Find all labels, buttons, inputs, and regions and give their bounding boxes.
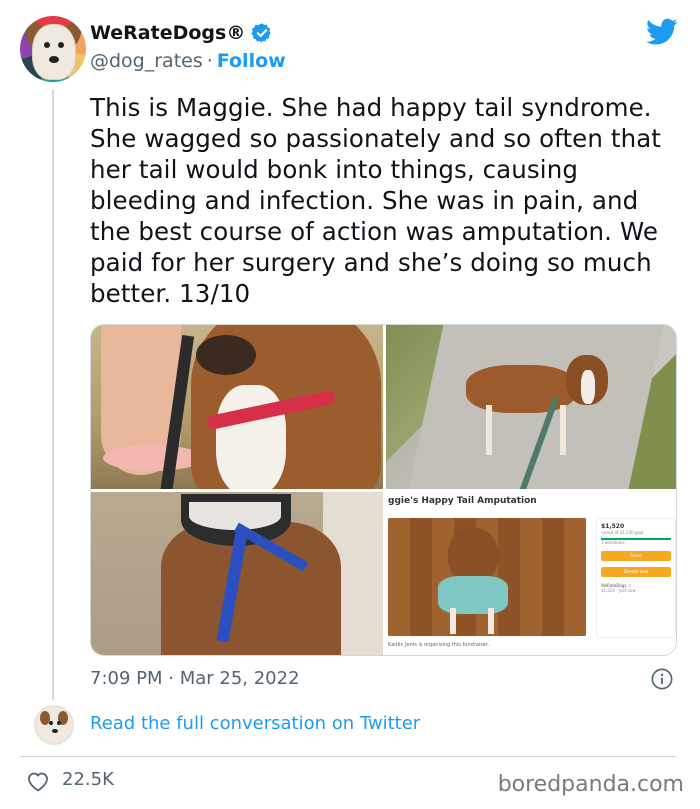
read-full-conversation-link[interactable]: Read the full conversation on Twitter bbox=[90, 713, 420, 734]
tweet-media-grid[interactable]: ggie's Happy Tail Amputation Kaitlin Jen… bbox=[90, 324, 677, 656]
fundraiser-title: ggie's Happy Tail Amputation bbox=[388, 496, 537, 506]
fundraiser-progress-bar bbox=[601, 538, 671, 540]
fundraiser-donate-button: Donate now bbox=[601, 567, 671, 577]
author-avatar[interactable] bbox=[20, 16, 86, 82]
fundraiser-photo bbox=[388, 518, 586, 636]
fundraiser-amount: $1,520 bbox=[601, 523, 625, 530]
divider bbox=[20, 756, 676, 757]
tweet-timestamp[interactable]: 7:09 PM · Mar 25, 2022 bbox=[90, 668, 300, 689]
photo-dog-snout bbox=[196, 335, 256, 375]
photo-dog-chest bbox=[216, 385, 286, 489]
avatar-nose bbox=[49, 56, 59, 63]
photo-flip-flop bbox=[103, 445, 203, 471]
author-name-row: WeRateDogs® bbox=[90, 22, 273, 44]
fundraiser-share-button: Share bbox=[601, 551, 671, 561]
avatar-eye-right bbox=[58, 42, 64, 48]
avatar-face bbox=[32, 24, 76, 80]
reply-avatar-eye-right bbox=[57, 721, 61, 725]
fundraiser-sidebar: $1,520 raised of $1,520 goal 1 donations… bbox=[596, 518, 676, 638]
reply-avatar-eye-left bbox=[49, 721, 53, 725]
fundraiser-photo-legs bbox=[450, 608, 494, 634]
photo-cone-inner bbox=[189, 502, 281, 530]
tweet-text: This is Maggie. She had happy tail syndr… bbox=[90, 93, 662, 308]
fundraiser-donations: 1 donations bbox=[601, 540, 625, 545]
photo-dog-blaze bbox=[581, 370, 595, 404]
fundraiser-organizer-caption: Kaitlin Jenis is organizing this fundrai… bbox=[388, 642, 490, 648]
verified-badge-icon bbox=[251, 23, 272, 43]
follow-button[interactable]: Follow bbox=[217, 50, 286, 72]
embedded-tweet-card: WeRateDogs® @dog_rates · Follow This is Ma… bbox=[0, 0, 700, 809]
heart-icon[interactable] bbox=[26, 770, 50, 792]
like-count[interactable]: 22.5K bbox=[62, 769, 114, 790]
thread-line bbox=[52, 90, 54, 700]
fundraiser-amount-sub: raised of $1,520 goal bbox=[601, 530, 644, 535]
twitter-bird-icon[interactable] bbox=[646, 18, 678, 46]
reply-avatar-nose bbox=[52, 729, 58, 733]
photo-dog-cone[interactable] bbox=[91, 492, 383, 655]
separator-dot: · bbox=[206, 50, 213, 72]
photo-dog-sidewalk[interactable] bbox=[386, 325, 676, 489]
info-icon[interactable] bbox=[651, 668, 673, 690]
avatar-eye-left bbox=[44, 42, 50, 48]
fundraiser-donor-sub: $1,520 · Just now bbox=[601, 588, 636, 593]
photo-dog-red-harness[interactable] bbox=[91, 325, 383, 489]
photo-fundraiser-screenshot[interactable]: ggie's Happy Tail Amputation Kaitlin Jen… bbox=[386, 492, 676, 655]
author-handle-row: @dog_rates · Follow bbox=[90, 50, 286, 72]
boredpanda-watermark: boredpanda.com bbox=[497, 772, 684, 797]
author-handle[interactable]: @dog_rates bbox=[90, 50, 203, 72]
author-name[interactable]: WeRateDogs® bbox=[90, 22, 245, 44]
reply-avatar bbox=[34, 705, 74, 745]
